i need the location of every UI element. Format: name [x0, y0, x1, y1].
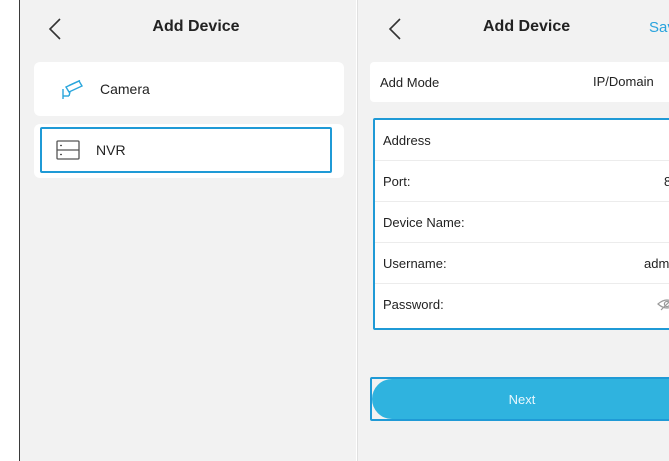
screenshot-stage: Add Device Camera NVR Add Device Sa Add …	[0, 0, 669, 461]
password-field[interactable]: Password:	[375, 284, 669, 325]
add-mode-value: IP/Domain	[593, 74, 654, 89]
add-device-form-screen: Add Device Sav Add Mode IP/Domain Addres…	[357, 0, 669, 461]
chevron-left-icon	[388, 18, 401, 40]
camera-label: Camera	[100, 81, 150, 97]
add-mode-row[interactable]: Add Mode IP/Domain	[370, 62, 669, 102]
device-type-screen: Add Device Camera NVR	[19, 0, 356, 461]
password-label: Password:	[383, 297, 444, 312]
device-name-label: Device Name:	[383, 215, 465, 230]
nvr-icon	[56, 138, 80, 162]
username-value: admi	[644, 256, 669, 271]
username-label: Username:	[383, 256, 447, 271]
right-header: Add Device Sav	[358, 0, 669, 56]
page-title: Add Device	[152, 18, 240, 35]
device-option-nvr[interactable]: NVR	[40, 127, 332, 173]
camera-icon	[60, 77, 84, 101]
next-button[interactable]: Next	[372, 379, 669, 419]
port-field[interactable]: Port: 80	[375, 161, 669, 202]
device-name-field[interactable]: Device Name:	[375, 202, 669, 243]
left-header: Add Device	[20, 0, 356, 56]
nvr-label: NVR	[96, 142, 126, 158]
port-value: 80	[664, 174, 669, 189]
username-field[interactable]: Username: admi	[375, 243, 669, 284]
add-mode-label: Add Mode	[380, 74, 440, 90]
camera-card: Camera	[34, 62, 344, 116]
address-field[interactable]: Address	[375, 120, 669, 161]
device-form: Address Port: 80 Device Name: Username: …	[373, 118, 669, 330]
address-label: Address	[383, 133, 431, 148]
nvr-card: NVR	[34, 124, 344, 178]
device-option-camera[interactable]: Camera	[34, 62, 344, 116]
back-button[interactable]	[380, 14, 410, 44]
page-title: Add Device	[483, 18, 571, 35]
save-button[interactable]: Sav	[649, 19, 669, 36]
port-label: Port:	[383, 174, 411, 189]
eye-off-icon[interactable]	[657, 296, 669, 312]
